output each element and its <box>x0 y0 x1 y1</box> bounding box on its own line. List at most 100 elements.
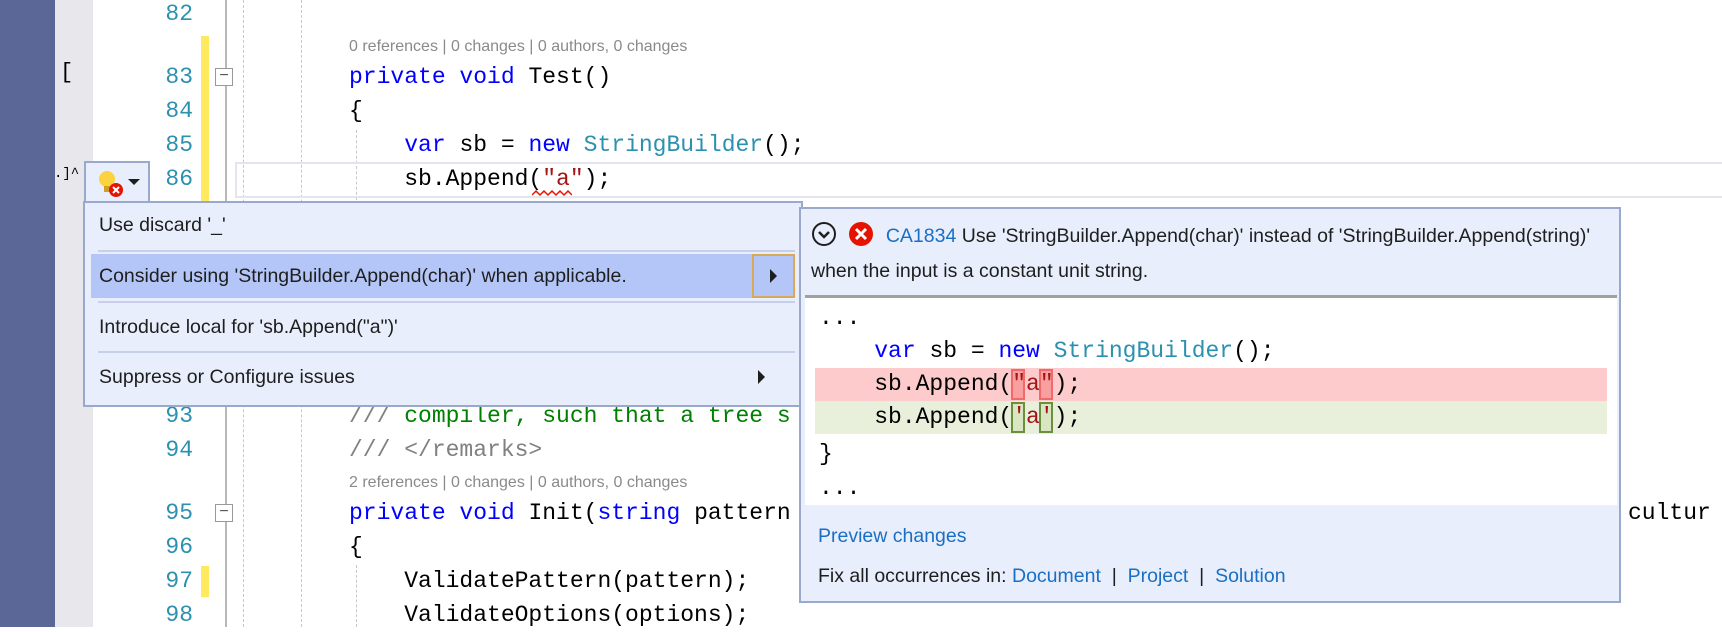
line-number[interactable]: 94 <box>133 433 193 467</box>
menu-item-label: Use discard '_' <box>99 214 226 236</box>
menu-separator <box>98 250 795 252</box>
line-number[interactable]: 84 <box>133 94 193 128</box>
fix-all-label: Fix all occurrences in: <box>818 565 1007 587</box>
code-token: ValidatePattern(pattern); <box>349 568 750 594</box>
fix-preview-popup: CA1834 Use 'StringBuilder.Append(char)' … <box>799 207 1621 603</box>
code-token: sb = <box>929 338 999 364</box>
fix-all-row: Fix all occurrences in: Document | Proje… <box>818 565 1286 587</box>
code-token: sb.Append( <box>349 166 543 192</box>
diff-context-line: ... <box>815 472 1607 505</box>
change-bar <box>201 36 209 216</box>
diff-removed-line: sb.Append("a"); <box>815 368 1607 401</box>
code-token: var <box>404 132 460 158</box>
code-line[interactable]: ValidatePattern(pattern); <box>349 564 749 598</box>
codelens-authors[interactable]: 0 authors, 0 changes <box>538 38 687 55</box>
code-line[interactable]: { <box>349 94 363 128</box>
diff-context-line: var sb = new StringBuilder(); <box>815 335 1607 368</box>
code-token: Init( <box>528 500 598 526</box>
code-token: StringBuilder <box>583 132 764 158</box>
preview-changes-link[interactable]: Preview changes <box>818 525 967 548</box>
line-number[interactable]: 83 <box>133 60 193 94</box>
codelens-references[interactable]: 2 references <box>349 474 438 491</box>
collapse-icon[interactable]: − <box>215 68 233 86</box>
change-bar <box>201 566 209 597</box>
code-line[interactable]: { <box>349 530 363 564</box>
menu-item-suppress-configure[interactable]: Suppress or Configure issues <box>91 355 795 399</box>
code-line[interactable]: var sb = new StringBuilder(); <box>349 128 805 162</box>
menu-item-label: Suppress or Configure issues <box>99 366 355 388</box>
line-number[interactable]: 96 <box>133 530 193 564</box>
codelens-changes[interactable]: 0 changes <box>451 38 525 55</box>
code-token: void <box>459 500 529 526</box>
error-squiggle <box>532 189 572 197</box>
code-token: pattern <box>694 500 791 526</box>
codelens[interactable]: 2 references | 0 changes | 0 authors, 0 … <box>349 471 687 495</box>
code-token: /// </remarks> <box>349 437 543 463</box>
menu-item-consider-append-char[interactable]: Consider using 'StringBuilder.Append(cha… <box>91 254 795 298</box>
fix-all-document-link[interactable]: Document <box>1012 565 1101 587</box>
menu-item-label: Consider using 'StringBuilder.Append(cha… <box>99 265 627 287</box>
codelens[interactable]: 0 references | 0 changes | 0 authors, 0 … <box>349 35 687 59</box>
code-token: new <box>528 132 584 158</box>
diff-added-line: sb.Append('a'); <box>815 401 1607 434</box>
code-token: StringBuilder <box>1053 338 1234 364</box>
code-token: ValidateOptions(options); <box>349 602 750 628</box>
collapse-chevron-icon[interactable] <box>811 221 837 247</box>
chevron-right-icon <box>758 370 765 384</box>
code-overflow-text: cultur <box>1628 500 1711 526</box>
code-token: void <box>459 64 529 90</box>
code-token: ); <box>1053 404 1082 430</box>
gutter-marker: .]^ <box>54 166 80 182</box>
diagnostic-header: CA1834 Use 'StringBuilder.Append(char)' … <box>811 219 1601 289</box>
line-number[interactable]: 97 <box>133 564 193 598</box>
codelens-authors[interactable]: 0 authors, 0 changes <box>538 474 687 491</box>
code-token: private <box>349 64 460 90</box>
code-token: (); <box>1233 338 1275 364</box>
code-token: ); <box>583 166 612 192</box>
code-token: ); <box>1053 371 1082 397</box>
code-token: "a" <box>1012 371 1054 397</box>
diff-preview: ... var sb = new StringBuilder(); sb.App… <box>805 295 1617 505</box>
fix-all-project-link[interactable]: Project <box>1128 565 1189 587</box>
gutter-bracket: [ <box>60 60 74 85</box>
line-number[interactable]: 82 <box>133 0 193 31</box>
caret-down-icon[interactable] <box>128 179 140 185</box>
code-token: Test <box>528 64 584 90</box>
menu-item-introduce-local[interactable]: Introduce local for 'sb.Append("a")' <box>91 305 795 349</box>
menu-item-use-discard[interactable]: Use discard '_' <box>91 203 795 247</box>
menu-separator <box>98 301 795 303</box>
collapse-icon[interactable]: − <box>215 504 233 522</box>
code-token: () <box>583 64 612 90</box>
diff-context-line: ... <box>815 302 1607 335</box>
code-token: { <box>349 534 363 560</box>
code-token: sb.Append( <box>819 404 1013 430</box>
code-line[interactable]: /// </remarks> <box>349 433 542 467</box>
codelens-references[interactable]: 0 references <box>349 38 438 55</box>
quick-actions-menu: Use discard '_' Consider using 'StringBu… <box>83 201 803 407</box>
lightbulb-error-icon <box>99 171 123 197</box>
line-number[interactable]: 85 <box>133 128 193 162</box>
diff-context-line: } <box>815 438 1607 471</box>
left-panel-strip <box>0 0 55 627</box>
line-number[interactable]: 95 <box>133 496 193 530</box>
code-token: var <box>874 338 930 364</box>
code-token: 'a' <box>1012 404 1054 430</box>
code-line[interactable]: private void Test() <box>349 60 611 94</box>
diagnostic-code-link[interactable]: CA1834 <box>886 225 956 247</box>
code-token: private <box>349 500 460 526</box>
code-token: ... <box>819 475 861 501</box>
code-token: (); <box>763 132 805 158</box>
error-icon <box>849 222 874 246</box>
code-token: { <box>349 98 363 124</box>
code-token: sb = <box>459 132 529 158</box>
fix-all-solution-link[interactable]: Solution <box>1215 565 1285 587</box>
code-line[interactable]: private void Init(string pattern <box>349 496 791 530</box>
lightbulb-button[interactable] <box>84 161 150 201</box>
codelens-changes[interactable]: 0 changes <box>451 474 525 491</box>
submenu-button[interactable] <box>752 254 795 298</box>
code-token: ... <box>819 305 861 331</box>
code-token: sb.Append( <box>819 371 1013 397</box>
code-token: string <box>597 500 695 526</box>
